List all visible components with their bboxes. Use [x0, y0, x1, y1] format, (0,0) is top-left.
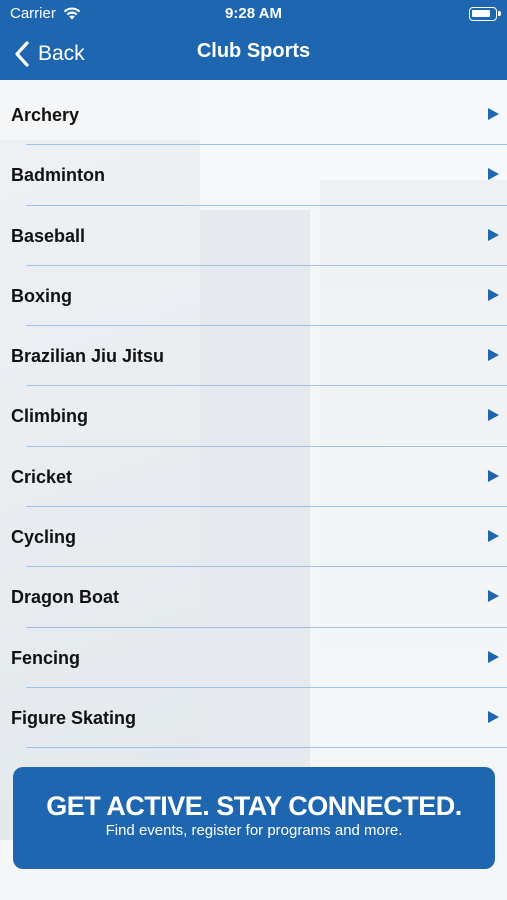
promo-banner[interactable]: GET ACTIVE. STAY CONNECTED. Find events,… — [13, 767, 495, 869]
list-item[interactable]: Dragon Boat — [0, 567, 507, 628]
banner-subtext: Find events, register for programs and m… — [105, 822, 403, 839]
list-item-label: Brazilian Jiu Jitsu — [11, 346, 165, 367]
list-item-label: Figure Skating — [11, 707, 137, 728]
triangle-right-icon — [488, 349, 499, 362]
triangle-right-icon — [488, 108, 499, 120]
list-item-label: Dragon Boat — [11, 587, 119, 608]
list-item-label: Climbing — [11, 406, 88, 427]
list-item-label: Boxing — [11, 285, 72, 306]
list-item-label: Baseball — [11, 225, 86, 246]
list-item[interactable]: Climbing — [0, 386, 507, 447]
list-item[interactable]: Archery — [0, 85, 507, 146]
list-item[interactable]: Figure Skating — [0, 688, 507, 749]
sports-list: Archery Badminton Baseball Boxing Brazil… — [0, 85, 507, 749]
list-item-label: Fencing — [11, 647, 81, 668]
triangle-right-icon — [488, 228, 499, 241]
triangle-right-icon — [488, 409, 499, 422]
triangle-right-icon — [488, 288, 499, 301]
list-item[interactable]: Baseball — [0, 206, 507, 266]
triangle-right-icon — [488, 530, 499, 543]
list-item-label: Archery — [11, 105, 80, 125]
list-item[interactable]: Boxing — [0, 266, 507, 327]
banner-headline: GET ACTIVE. STAY CONNECTED. — [46, 791, 462, 821]
list-item-label: Cricket — [11, 466, 73, 487]
list-item[interactable]: Brazilian Jiu Jitsu — [0, 326, 507, 387]
triangle-right-icon — [488, 650, 499, 663]
clock: 9:28 AM — [225, 5, 282, 22]
triangle-right-icon — [488, 469, 499, 482]
list-item[interactable]: Cycling — [0, 507, 507, 568]
triangle-right-icon — [488, 590, 499, 603]
status-bar: Carrier 9:28 AM — [0, 0, 507, 28]
divider — [26, 747, 507, 749]
triangle-right-icon — [488, 710, 499, 723]
list-item-label: Cycling — [11, 527, 77, 548]
triangle-right-icon — [488, 168, 499, 181]
page-title: Club Sports — [196, 40, 311, 62]
list-item[interactable]: Cricket — [0, 447, 507, 508]
list-item[interactable]: Badminton — [0, 145, 507, 206]
list-item-label: Badminton — [11, 165, 105, 186]
navigation-bar: Back Club Sports — [0, 28, 507, 80]
battery-icon — [469, 7, 501, 21]
list-item[interactable]: Fencing — [0, 628, 507, 688]
